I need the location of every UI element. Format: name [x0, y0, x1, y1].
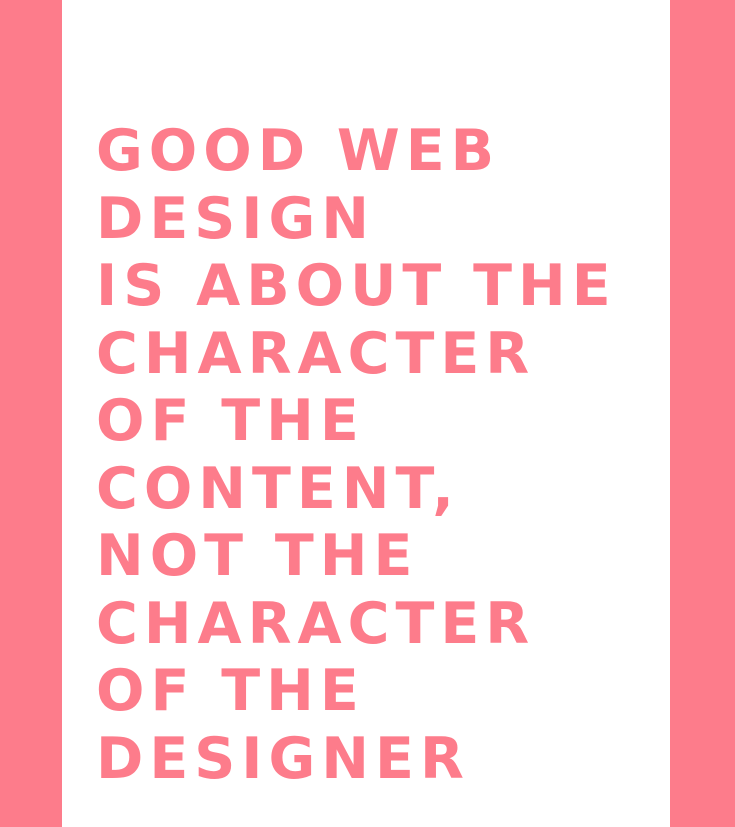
left-accent-bar — [0, 0, 62, 827]
quote-line: OF THE — [96, 388, 365, 454]
quote-line: CONTENT, — [96, 455, 460, 522]
quote-line: DESIGN — [96, 185, 376, 252]
quote-line: IS ABOUT THE — [96, 253, 617, 319]
quote-line: GOOD WEB — [96, 118, 501, 184]
quote-line: NOT THE — [96, 523, 419, 589]
poster-canvas: GOOD WEB DESIGN IS ABOUT THE CHARACTER O… — [0, 0, 735, 827]
right-accent-bar — [670, 0, 735, 827]
quote-line: DESIGNER — [96, 725, 470, 792]
quote-line: OF THE — [96, 658, 365, 724]
quote-text: GOOD WEB DESIGN IS ABOUT THE CHARACTER O… — [96, 118, 656, 793]
quote-line: CHARACTER — [96, 590, 536, 657]
quote-line: CHARACTER — [96, 320, 536, 387]
